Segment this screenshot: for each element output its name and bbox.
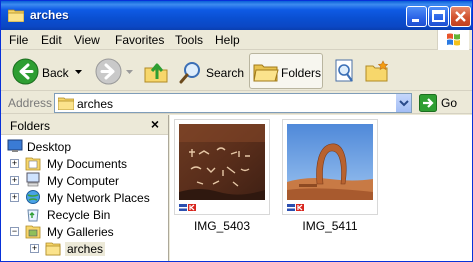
folders-icon: [253, 64, 279, 82]
address-dropdown-button[interactable]: [395, 94, 411, 112]
close-button[interactable]: [450, 6, 471, 27]
thumbnail-img-5403[interactable]: [174, 119, 270, 215]
expand-plus-icon[interactable]: +: [10, 176, 19, 185]
tree-label-arches: arches: [65, 242, 106, 256]
maximize-button[interactable]: [428, 6, 449, 27]
go-button[interactable]: Go: [417, 94, 471, 112]
file-view: IMG_5403 IMG_5411: [170, 115, 472, 261]
minimize-button[interactable]: [406, 6, 427, 27]
back-label: Back: [42, 66, 69, 80]
tree-label-my-documents: My Documents: [47, 157, 128, 171]
desktop-icon: [7, 139, 23, 152]
minimize-icon: [412, 19, 419, 22]
folders-button[interactable]: Folders: [249, 53, 323, 89]
windows-flag-icon: [447, 33, 460, 46]
tree-item-my-network-places[interactable]: + My Network Places: [5, 189, 165, 206]
red-k-badge-icon: [188, 204, 196, 211]
menu-tools[interactable]: Tools: [175, 33, 203, 47]
menu-help[interactable]: Help: [215, 33, 240, 47]
tree-label-desktop: Desktop: [27, 140, 72, 154]
windows-logo: [437, 30, 469, 50]
tree-item-my-computer[interactable]: + My Computer: [5, 172, 165, 189]
recycle-bin-icon: [27, 209, 39, 222]
tree-item-desktop[interactable]: Desktop: [5, 138, 165, 155]
explorer-window: arches File Edit View Favorites Tools He…: [0, 0, 473, 262]
close-pane-icon[interactable]: ×: [151, 116, 159, 132]
folder-icon: [8, 9, 24, 22]
search-label: Search: [206, 66, 245, 80]
menu-bar: File Edit View Favorites Tools Help: [1, 30, 472, 50]
close-icon: [455, 11, 466, 22]
search-button[interactable]: Search: [175, 53, 245, 89]
back-button[interactable]: Back: [7, 53, 83, 89]
petroglyph-photo: [179, 124, 265, 200]
folders-pane-header: Folders ×: [1, 115, 168, 135]
tree-label-my-computer: My Computer: [47, 174, 120, 188]
back-dropdown-icon: [75, 70, 82, 74]
tree-item-my-documents[interactable]: + My Documents: [5, 155, 165, 172]
chevron-down-icon: [399, 100, 409, 107]
delicate-arch-photo: [287, 124, 373, 200]
computer-icon: [26, 172, 40, 187]
forward-button[interactable]: [91, 53, 135, 89]
address-label: Address: [8, 96, 53, 110]
window-title: arches: [30, 8, 69, 22]
tree-item-arches[interactable]: + arches: [5, 240, 165, 257]
menu-file[interactable]: File: [9, 33, 28, 47]
address-value: arches: [77, 97, 114, 111]
collapse-minus-icon[interactable]: −: [10, 227, 19, 236]
go-label: Go: [441, 96, 458, 110]
maximize-icon: [432, 10, 445, 22]
page-search-icon: [335, 59, 353, 82]
title-bar[interactable]: arches: [1, 1, 472, 30]
tree-item-recycle-bin[interactable]: Recycle Bin: [5, 206, 165, 223]
folders-pane: Folders × Desktop + My Documents + My Co…: [1, 115, 169, 261]
menu-edit[interactable]: Edit: [41, 33, 62, 47]
menu-favorites[interactable]: Favorites: [115, 33, 164, 47]
tree-label-my-galleries: My Galleries: [47, 225, 114, 239]
up-button[interactable]: [139, 53, 171, 89]
forward-arrow-icon: [95, 58, 122, 85]
views-preview-button[interactable]: [329, 53, 359, 89]
flag-badge-icon: [287, 204, 295, 211]
tree-label-recycle-bin: Recycle Bin: [47, 208, 111, 222]
menu-view[interactable]: View: [74, 33, 100, 47]
go-arrow-icon: [419, 94, 437, 112]
expand-plus-icon[interactable]: +: [10, 193, 19, 202]
tree-label-my-network-places: My Network Places: [47, 191, 150, 205]
address-input[interactable]: arches: [54, 93, 412, 113]
flag-badge-icon: [179, 204, 187, 211]
network-globe-icon: [26, 190, 40, 204]
thumbnail-img-5411[interactable]: [282, 119, 378, 215]
folder-icon: [58, 97, 74, 110]
forward-dropdown-icon: [126, 70, 133, 74]
standard-toolbar: Back Search Folders: [1, 51, 472, 91]
gallery-folder-icon: [25, 225, 41, 239]
folder-up-icon: [144, 63, 168, 83]
search-icon: [179, 62, 200, 84]
file-name-img-5403[interactable]: IMG_5403: [174, 219, 270, 233]
expand-plus-icon[interactable]: +: [10, 159, 19, 168]
folder-star-icon: [365, 60, 389, 82]
folder-options-button[interactable]: [361, 53, 391, 89]
folders-label: Folders: [281, 66, 322, 80]
folder-icon: [45, 242, 61, 256]
folders-pane-title: Folders: [10, 119, 51, 133]
address-bar: Address arches Go: [1, 92, 472, 114]
documents-folder-icon: [25, 157, 41, 171]
tree-item-my-galleries[interactable]: − My Galleries: [5, 223, 165, 240]
expand-plus-icon[interactable]: +: [30, 244, 39, 253]
back-arrow-icon: [12, 58, 39, 85]
file-name-img-5411[interactable]: IMG_5411: [282, 219, 378, 233]
red-k-badge-icon: [296, 204, 304, 211]
